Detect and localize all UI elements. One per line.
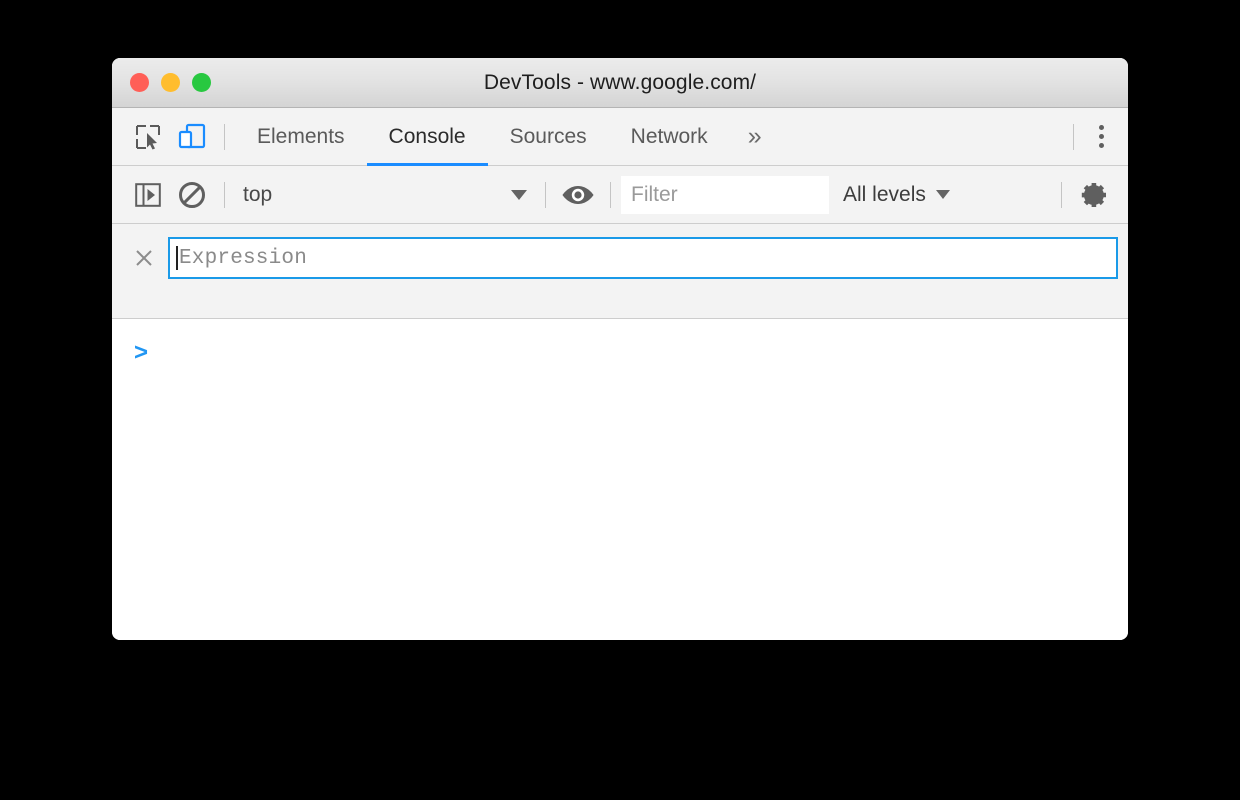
- console-toolbar-divider-1: [224, 181, 225, 208]
- show-console-sidebar-button[interactable]: [126, 173, 170, 217]
- live-expression-placeholder: Expression: [179, 246, 308, 270]
- execution-context-selector[interactable]: top: [235, 178, 535, 212]
- console-settings-button[interactable]: [1072, 173, 1116, 217]
- prompt-chevron-icon: >: [134, 339, 149, 366]
- tabbar-divider: [224, 123, 225, 150]
- window-title: DevTools - www.google.com/: [483, 70, 757, 94]
- devtools-tabbar: Elements Console Sources Network »: [112, 108, 1128, 166]
- console-toolbar-divider-2: [545, 181, 546, 208]
- devtools-window: DevTools - www.google.com/ Elements Cons…: [112, 58, 1128, 640]
- panel-tabs: Elements Console Sources Network »: [235, 108, 780, 166]
- chevron-down-icon: [511, 189, 527, 200]
- text-cursor: [176, 246, 178, 270]
- remove-live-expression-button[interactable]: [130, 244, 158, 272]
- log-level-selector[interactable]: All levels: [829, 178, 964, 212]
- console-toolbar: top All levels: [112, 166, 1128, 224]
- close-window-button[interactable]: [130, 73, 149, 92]
- create-live-expression-button[interactable]: [556, 173, 600, 217]
- tab-sources[interactable]: Sources: [488, 108, 609, 165]
- minimize-window-button[interactable]: [161, 73, 180, 92]
- tab-console-label: Console: [388, 124, 466, 148]
- vertical-dots-icon: [1098, 134, 1104, 139]
- vertical-dots-icon: [1098, 143, 1104, 148]
- console-prompt-row[interactable]: >: [112, 329, 1128, 365]
- live-expression-row: Expression: [112, 237, 1128, 279]
- eye-icon: [561, 183, 595, 207]
- traffic-lights: [130, 58, 211, 107]
- toggle-device-toolbar-button[interactable]: [170, 115, 214, 159]
- tabbar-right-controls: [1063, 108, 1128, 165]
- tab-network[interactable]: Network: [609, 108, 730, 165]
- inspect-element-button[interactable]: [126, 115, 170, 159]
- main-menu-button[interactable]: [1084, 120, 1118, 154]
- console-filter-input[interactable]: [621, 175, 829, 214]
- vertical-dots-icon: [1098, 125, 1104, 130]
- device-toolbar-icon: [177, 122, 207, 152]
- more-tabs-button[interactable]: »: [730, 108, 780, 165]
- console-toolbar-divider-4: [1061, 181, 1062, 208]
- inspect-element-icon: [135, 124, 161, 150]
- tab-network-label: Network: [630, 124, 708, 148]
- close-icon: [134, 248, 154, 268]
- live-expression-input[interactable]: Expression: [168, 237, 1118, 279]
- chevron-down-icon: [935, 190, 950, 199]
- tab-elements[interactable]: Elements: [235, 108, 367, 165]
- console-toolbar-divider-3: [610, 181, 611, 208]
- zoom-window-button[interactable]: [192, 73, 211, 92]
- tab-console[interactable]: Console: [366, 108, 488, 166]
- log-level-value: All levels: [843, 182, 926, 206]
- window-titlebar: DevTools - www.google.com/: [112, 58, 1128, 108]
- live-expression-area: Expression: [112, 224, 1128, 319]
- console-output-area[interactable]: >: [112, 319, 1128, 640]
- console-toolbar-right: [1051, 166, 1128, 223]
- clear-console-button[interactable]: [170, 173, 214, 217]
- tabbar-right-divider: [1073, 123, 1074, 150]
- tab-elements-label: Elements: [257, 124, 345, 148]
- show-console-sidebar-icon: [135, 182, 161, 207]
- clear-console-icon: [178, 181, 206, 209]
- execution-context-value: top: [243, 182, 273, 206]
- gear-icon: [1079, 180, 1109, 210]
- tab-sources-label: Sources: [509, 124, 587, 148]
